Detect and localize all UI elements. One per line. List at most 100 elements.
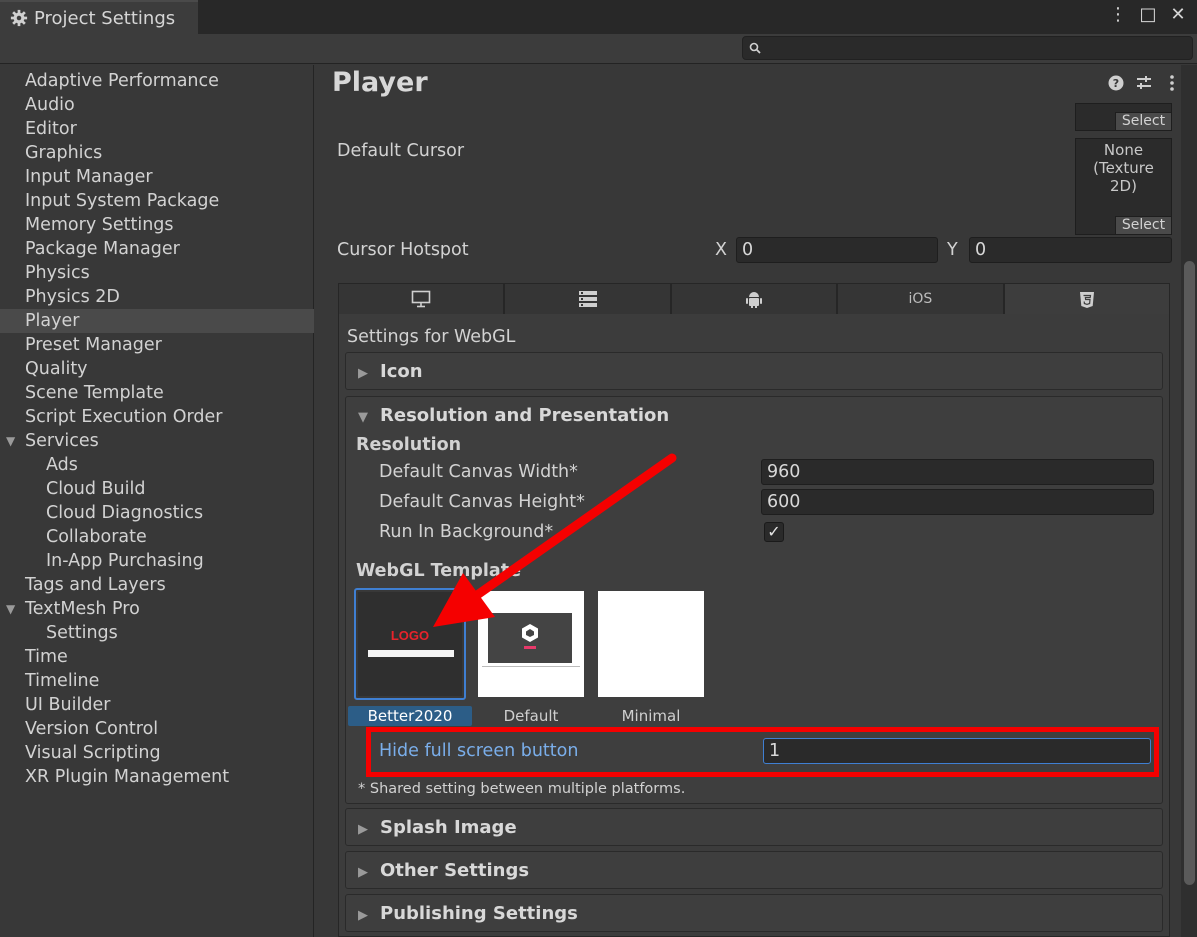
hotspot-x-field[interactable]: 0 (736, 237, 938, 263)
tab-android[interactable] (670, 283, 838, 315)
canvas-height-field[interactable]: 600 (761, 489, 1154, 515)
other-settings-section[interactable]: ▶ Other Settings (345, 851, 1163, 889)
icon-section[interactable]: ▶ Icon (345, 352, 1163, 390)
maximize-icon[interactable]: □ (1139, 6, 1157, 24)
sidebar-item-tags-and-layers[interactable]: Tags and Layers (0, 573, 314, 597)
canvas-width-field[interactable]: 960 (761, 459, 1154, 485)
sidebar-item-label: Package Manager (25, 239, 180, 259)
tab-webgl[interactable] (1003, 283, 1171, 315)
splash-section-title: Splash Image (380, 817, 517, 838)
more-menu-icon[interactable]: ⋮ (1109, 6, 1127, 24)
sidebar-item-label: Cloud Diagnostics (46, 503, 204, 523)
hotspot-x-label: X (715, 240, 727, 260)
sidebar-item-label: Visual Scripting (25, 743, 161, 763)
more-options-icon[interactable] (1163, 75, 1181, 95)
sidebar-item-input-system-package[interactable]: Input System Package (0, 189, 314, 213)
gear-icon (10, 9, 28, 27)
sidebar-item-adaptive-performance[interactable]: Adaptive Performance (0, 69, 314, 93)
sidebar-item-label: Input System Package (25, 191, 220, 211)
sidebar-item-label: Timeline (25, 671, 100, 691)
sidebar-item-services[interactable]: ▼ Services (0, 429, 314, 453)
splash-image-section[interactable]: ▶ Splash Image (345, 808, 1163, 846)
template-minimal-label[interactable]: Minimal (591, 707, 711, 725)
sidebar-item-audio[interactable]: Audio (0, 93, 314, 117)
other-section-title: Other Settings (380, 860, 530, 881)
sidebar-item-version-control[interactable]: Version Control (0, 717, 314, 741)
sidebar-item-editor[interactable]: Editor (0, 117, 314, 141)
sidebar-item-label: TextMesh Pro (25, 599, 140, 619)
resolution-section-title: Resolution and Presentation (380, 405, 670, 426)
resolution-heading: Resolution (356, 435, 462, 455)
main-scrollbar[interactable] (1181, 65, 1197, 937)
sidebar-item-label: UI Builder (25, 695, 111, 715)
sidebar-item-label: Preset Manager (25, 335, 162, 355)
template-better2020[interactable]: LOGO (354, 588, 466, 700)
sidebar-item-label: Collaborate (46, 527, 147, 547)
sidebar-item-label: Graphics (25, 143, 103, 163)
tab-standalone[interactable] (338, 283, 505, 315)
sidebar-item-settings[interactable]: Settings (0, 621, 314, 645)
sidebar-item-preset-manager[interactable]: Preset Manager (0, 333, 314, 357)
scrollbar-thumb[interactable] (1184, 261, 1195, 885)
search-input[interactable] (742, 36, 1193, 60)
sidebar-item-label: XR Plugin Management (25, 767, 230, 787)
hotspot-y-field[interactable]: 0 (969, 237, 1172, 263)
close-icon[interactable]: ✕ (1169, 6, 1187, 24)
default-cursor-field[interactable]: None (Texture 2D) Select (1075, 138, 1172, 235)
sidebar-item-collaborate[interactable]: Collaborate (0, 525, 314, 549)
fold-arrow-icon[interactable]: ▼ (6, 597, 15, 621)
sidebar-item-label: Time (25, 647, 68, 667)
sidebar-item-label: Version Control (25, 719, 159, 739)
template-minimal[interactable] (598, 591, 704, 697)
sidebar-item-physics-2d[interactable]: Physics 2D (0, 285, 314, 309)
publishing-settings-section[interactable]: ▶ Publishing Settings (345, 894, 1163, 932)
run-in-background-checkbox[interactable]: ✓ (764, 522, 784, 542)
html5-icon (1079, 291, 1094, 308)
caret-right-icon: ▶ (358, 366, 368, 381)
sidebar-item-xr-plugin-management[interactable]: XR Plugin Management (0, 765, 314, 789)
template-default[interactable] (478, 591, 584, 697)
icon-section-title: Icon (380, 361, 423, 382)
default-cursor-label: Default Cursor (337, 141, 465, 161)
sidebar-item-timeline[interactable]: Timeline (0, 669, 314, 693)
sidebar-item-visual-scripting[interactable]: Visual Scripting (0, 741, 314, 765)
sidebar-item-input-manager[interactable]: Input Manager (0, 165, 314, 189)
caret-right-icon: ▶ (358, 822, 368, 837)
sidebar-item-graphics[interactable]: Graphics (0, 141, 314, 165)
unity-logo-icon (522, 624, 538, 642)
sidebar-item-ui-builder[interactable]: UI Builder (0, 693, 314, 717)
caret-right-icon: ▶ (358, 908, 368, 923)
sidebar-item-scene-template[interactable]: Scene Template (0, 381, 314, 405)
sidebar-item-in-app-purchasing[interactable]: In-App Purchasing (0, 549, 314, 573)
shared-setting-note: * Shared setting between multiple platfo… (358, 781, 686, 797)
sidebar-item-label: Audio (25, 95, 75, 115)
server-icon (578, 291, 597, 307)
sidebar-item-time[interactable]: Time (0, 645, 314, 669)
template-better2020-label[interactable]: Better2020 (348, 706, 472, 726)
cursor-hotspot-label: Cursor Hotspot (337, 240, 469, 260)
sidebar-item-memory-settings[interactable]: Memory Settings (0, 213, 314, 237)
tab-server[interactable] (504, 283, 671, 315)
sidebar-item-physics[interactable]: Physics (0, 261, 314, 285)
select-button[interactable]: Select (1115, 216, 1171, 234)
fold-arrow-icon[interactable]: ▼ (6, 429, 15, 453)
sidebar-item-textmesh-pro[interactable]: ▼ TextMesh Pro (0, 597, 314, 621)
sidebar-item-script-execution-order[interactable]: Script Execution Order (0, 405, 314, 429)
tab-ios[interactable]: iOS (837, 283, 1004, 315)
sidebar-item-package-manager[interactable]: Package Manager (0, 237, 314, 261)
search-icon (749, 42, 761, 54)
sidebar-item-player[interactable]: Player (0, 309, 314, 333)
sidebar-item-cloud-build[interactable]: Cloud Build (0, 477, 314, 501)
project-settings-tab[interactable]: Project Settings (0, 0, 198, 34)
sidebar-item-ads[interactable]: Ads (0, 453, 314, 477)
sidebar-item-quality[interactable]: Quality (0, 357, 314, 381)
select-button[interactable]: Select (1115, 112, 1171, 130)
sidebar-item-label: Services (25, 431, 99, 451)
sidebar-item-cloud-diagnostics[interactable]: Cloud Diagnostics (0, 501, 314, 525)
preset-icon[interactable] (1135, 75, 1153, 95)
template-default-label[interactable]: Default (471, 707, 591, 725)
texture-field-top[interactable]: Select (1075, 103, 1172, 131)
help-icon[interactable]: ? (1107, 75, 1125, 95)
sidebar-item-label: Physics 2D (25, 287, 120, 307)
resolution-section-header[interactable]: ▼ Resolution and Presentation (358, 405, 669, 426)
